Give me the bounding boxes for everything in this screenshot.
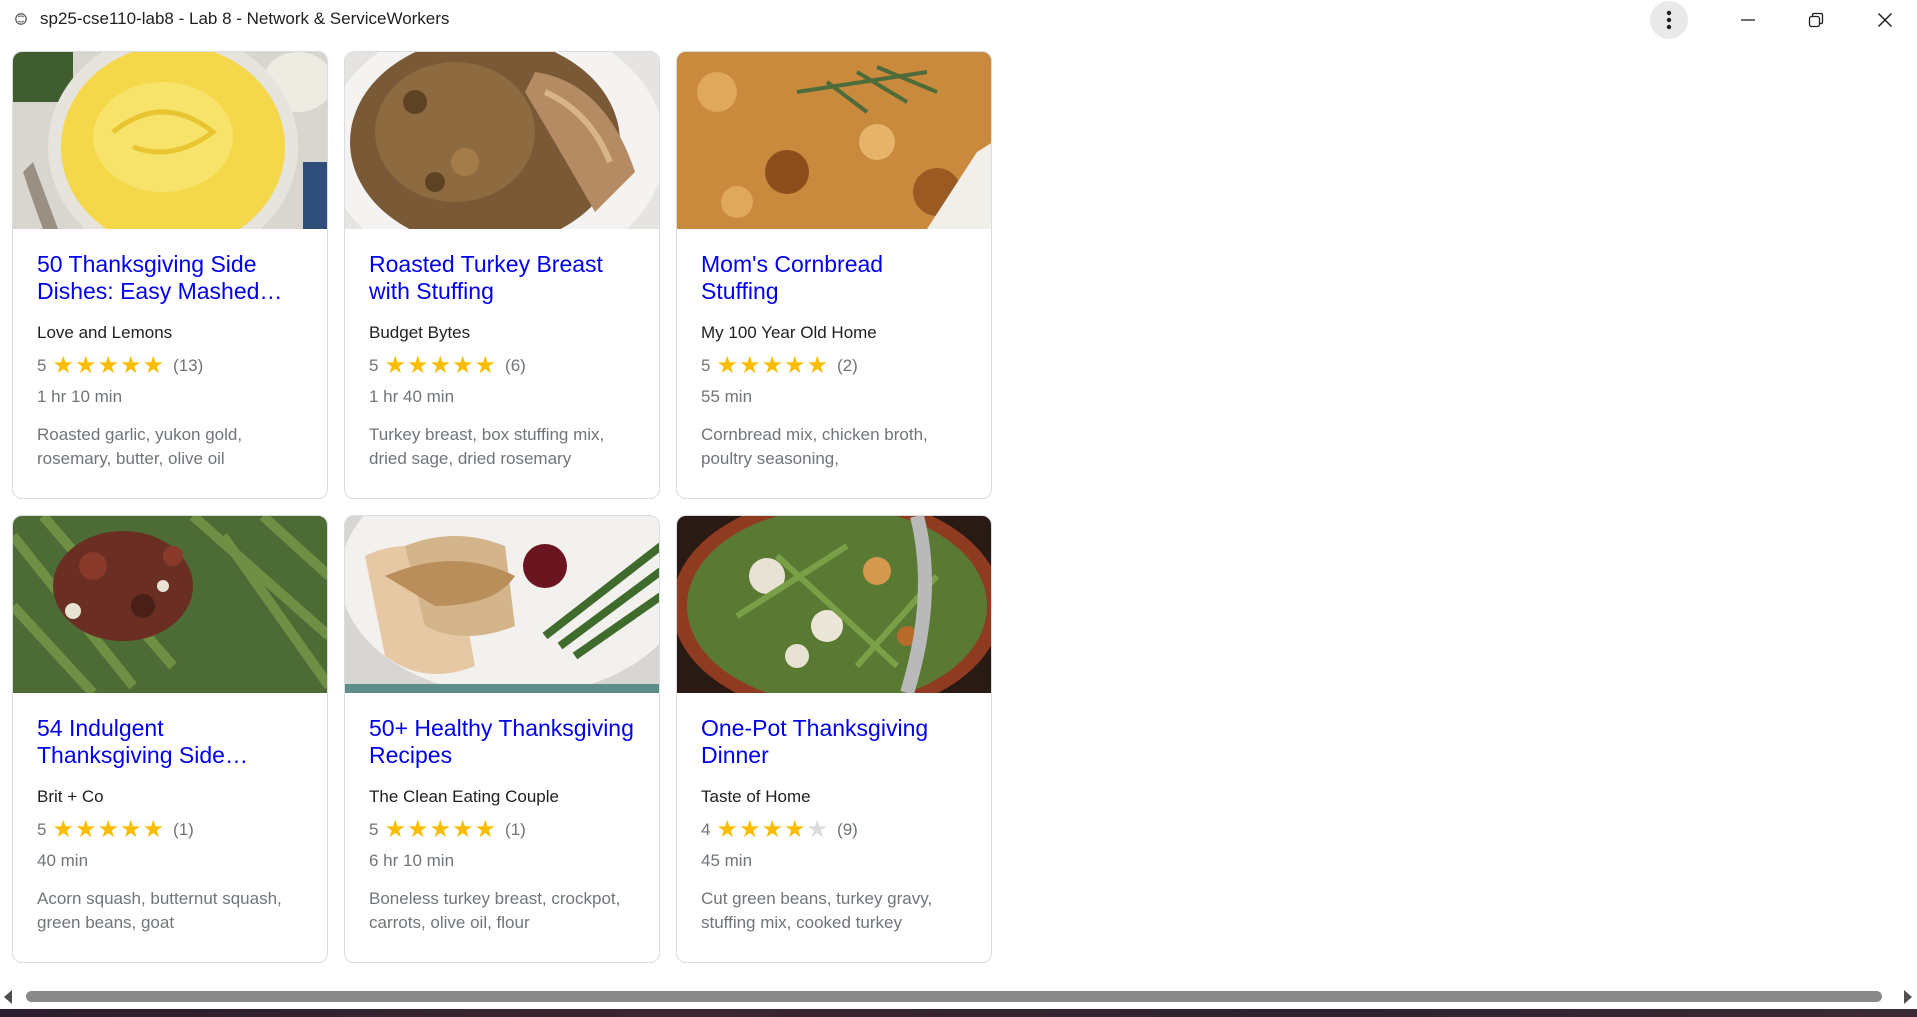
cook-time: 45 min (701, 851, 753, 870)
title-bar: sp25-cse110-lab8 - Lab 8 - Network & Ser… (0, 0, 1917, 40)
recipe-grid: 50 Thanksgiving Side Dishes: Easy Mashed… (12, 51, 992, 963)
recipe-source: The Clean Eating Couple (369, 787, 559, 806)
star-rating-icon: ★★★★★ (384, 352, 498, 379)
rating-value: 5 (369, 356, 379, 375)
desktop-background (0, 1009, 1917, 1017)
recipe-card[interactable]: 54 Indulgent Thanksgiving Side… Brit + C… (12, 515, 328, 963)
recipe-source: Taste of Home (701, 787, 811, 806)
star-rating-icon: ★★★★★ (384, 816, 498, 843)
minimize-icon (1741, 19, 1755, 21)
rating-value: 4 (701, 820, 711, 839)
cook-time: 40 min (37, 851, 89, 870)
recipe-title[interactable]: Mom's Cornbread Stuffing (701, 251, 967, 305)
horizontal-scrollbar[interactable] (0, 985, 1917, 1009)
cornbread-stuffing-photo (677, 52, 991, 229)
review-count: (1) (505, 820, 526, 839)
recipe-source: Budget Bytes (369, 323, 471, 342)
globe-icon (15, 13, 27, 25)
recipe-card[interactable]: Mom's Cornbread Stuffing My 100 Year Old… (676, 51, 992, 499)
turkey-stuffing-photo (345, 52, 659, 229)
ingredients: Cornbread mix, chicken broth, poultry se… (701, 425, 928, 468)
cook-time: 6 hr 10 min (369, 851, 455, 870)
recipe-title[interactable]: One-Pot Thanksgiving Dinner (701, 715, 967, 769)
review-count: (1) (173, 820, 194, 839)
recipe-source: Love and Lemons (37, 323, 173, 342)
cook-time: 1 hr 10 min (37, 387, 123, 406)
rating-row: 5 ★★★★★ (2) (701, 352, 967, 379)
star-rating-icon: ★★★★★ (716, 816, 830, 843)
recipe-card[interactable]: One-Pot Thanksgiving Dinner Taste of Hom… (676, 515, 992, 963)
ingredients: Boneless turkey breast, crockpot, carrot… (369, 889, 621, 932)
recipe-title[interactable]: 50 Thanksgiving Side Dishes: Easy Mashed… (37, 251, 303, 305)
recipe-card[interactable]: 50 Thanksgiving Side Dishes: Easy Mashed… (12, 51, 328, 499)
rating-row: 5 ★★★★★ (1) (37, 816, 303, 843)
ingredients: Acorn squash, butternut squash, green be… (37, 889, 282, 932)
ingredients: Roasted garlic, yukon gold, rosemary, bu… (37, 425, 243, 468)
recipe-source: My 100 Year Old Home (701, 323, 877, 342)
ingredients: Turkey breast, box stuffing mix, dried s… (369, 425, 605, 468)
recipe-title[interactable]: 50+ Healthy Thanksgiving Recipes (369, 715, 635, 769)
one-pot-dinner-photo (677, 516, 991, 693)
recipe-card[interactable]: 50+ Healthy Thanksgiving Recipes The Cle… (344, 515, 660, 963)
more-options-button[interactable] (1646, 0, 1692, 40)
scroll-right-arrow-icon[interactable] (1904, 990, 1912, 1004)
more-vert-icon (1666, 10, 1672, 30)
restore-icon (1808, 12, 1824, 28)
scroll-left-arrow-icon[interactable] (4, 990, 12, 1004)
green-beans-pecans-photo (13, 516, 327, 693)
review-count: (2) (837, 356, 858, 375)
recipe-card[interactable]: Roasted Turkey Breast with Stuffing Budg… (344, 51, 660, 499)
review-count: (9) (837, 820, 858, 839)
rating-value: 5 (701, 356, 711, 375)
close-button[interactable] (1857, 0, 1913, 40)
minimize-button[interactable] (1720, 0, 1776, 40)
review-count: (13) (173, 356, 204, 375)
ingredients: Cut green beans, turkey gravy, stuffing … (701, 889, 933, 932)
star-rating-icon: ★★★★★ (52, 816, 166, 843)
sliced-turkey-gravy-photo (345, 516, 659, 693)
rating-row: 5 ★★★★★ (6) (369, 352, 635, 379)
restore-button[interactable] (1788, 0, 1844, 40)
close-icon (1877, 12, 1893, 28)
rating-value: 5 (37, 356, 47, 375)
star-rating-icon: ★★★★★ (716, 352, 830, 379)
rating-value: 5 (37, 820, 47, 839)
rating-row: 5 ★★★★★ (13) (37, 352, 303, 379)
review-count: (6) (505, 356, 526, 375)
rating-row: 4 ★★★★★ (9) (701, 816, 967, 843)
recipe-source: Brit + Co (37, 787, 104, 806)
cook-time: 1 hr 40 min (369, 387, 455, 406)
scrollbar-thumb[interactable] (26, 991, 1882, 1002)
cook-time: 55 min (701, 387, 753, 406)
mashed-potatoes-photo (13, 52, 327, 229)
recipe-title[interactable]: 54 Indulgent Thanksgiving Side… (37, 715, 303, 769)
star-rating-icon: ★★★★★ (52, 352, 166, 379)
rating-value: 5 (369, 820, 379, 839)
rating-row: 5 ★★★★★ (1) (369, 816, 635, 843)
recipe-title[interactable]: Roasted Turkey Breast with Stuffing (369, 251, 635, 305)
window-title: sp25-cse110-lab8 - Lab 8 - Network & Ser… (40, 9, 450, 28)
page-content: 50 Thanksgiving Side Dishes: Easy Mashed… (0, 40, 1917, 985)
